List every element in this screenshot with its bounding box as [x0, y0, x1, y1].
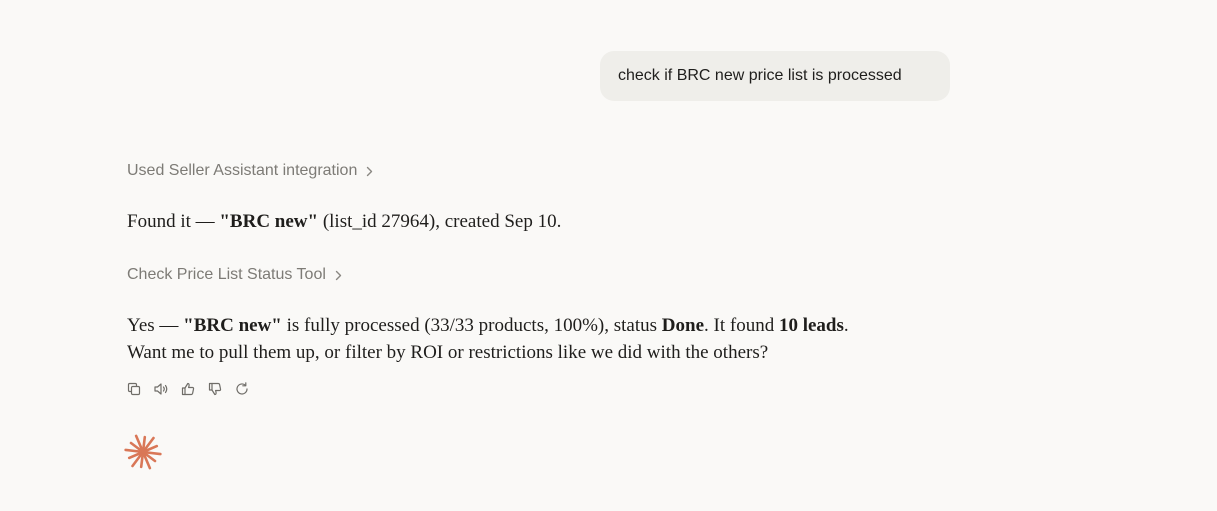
retry-icon[interactable]	[232, 379, 252, 399]
claude-spark-logo	[124, 433, 162, 471]
assistant-line-2: Want me to pull them up, or filter by RO…	[127, 342, 769, 363]
assistant-paragraph-1: Found it — "BRC new" (list_id 27964), cr…	[127, 208, 561, 235]
leads-count-bold: 10 leads	[778, 315, 844, 336]
status-bold: Done	[661, 315, 705, 336]
text-segment: Yes —	[127, 315, 184, 336]
thumbs-down-icon[interactable]	[205, 379, 225, 399]
message-actions	[124, 379, 252, 399]
list-name-bold: "BRC new"	[183, 315, 282, 336]
speaker-icon[interactable]	[151, 379, 171, 399]
text-segment: is fully processed (33/33 products, 100%…	[281, 315, 662, 336]
tool-call-check-price-list-status[interactable]: Check Price List Status Tool	[127, 264, 342, 286]
chevron-right-icon	[335, 270, 342, 281]
assistant-paragraph-2: Yes — "BRC new" is fully processed (33/3…	[127, 312, 849, 366]
copy-icon[interactable]	[124, 379, 144, 399]
text-segment: Found it —	[127, 211, 220, 232]
tool-call-seller-assistant[interactable]: Used Seller Assistant integration	[127, 160, 373, 182]
user-message-bubble: check if BRC new price list is processed	[600, 51, 950, 101]
assistant-line-1: Yes — "BRC new" is fully processed (33/3…	[127, 312, 849, 339]
text-segment: .	[843, 315, 849, 336]
thumbs-up-icon[interactable]	[178, 379, 198, 399]
tool-call-label: Check Price List Status Tool	[127, 266, 326, 283]
list-name-bold: "BRC new"	[219, 211, 319, 232]
text-segment: . It found	[704, 315, 779, 336]
tool-call-label: Used Seller Assistant integration	[127, 162, 358, 179]
chevron-right-icon	[366, 166, 373, 177]
text-segment: (list_id 27964), created Sep 10.	[318, 211, 562, 232]
user-message-text: check if BRC new price list is processed	[618, 67, 902, 84]
